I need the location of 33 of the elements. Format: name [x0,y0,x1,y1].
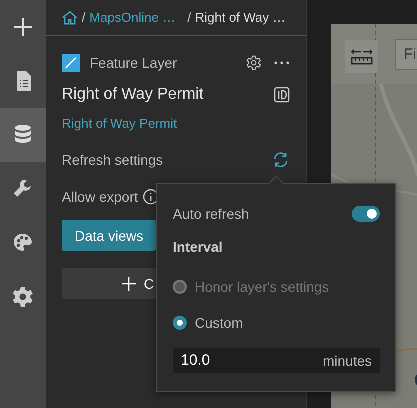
refresh-icon[interactable] [272,151,290,169]
interval-heading: Interval [173,239,224,255]
create-button[interactable]: C [62,268,156,299]
breadcrumb-current: Right of Way … [195,10,286,25]
breadcrumb-link[interactable]: MapsOnline … [90,10,176,25]
auto-refresh-label: Auto refresh [173,206,250,222]
find-button[interactable]: Fi [395,39,417,70]
layer-type: Feature Layer [90,55,178,71]
home-icon[interactable] [62,10,78,26]
breadcrumb-separator: / [188,10,192,25]
auto-refresh-toggle[interactable] [352,206,380,222]
measure-button[interactable] [345,40,378,73]
layer-link[interactable]: Right of Way Permit [62,116,290,131]
id-icon[interactable] [274,87,290,103]
interval-input[interactable]: 10.0 [181,352,301,369]
line-layer-icon [62,54,80,72]
allow-export-label: Allow export [62,189,138,205]
refresh-settings-label: Refresh settings [62,152,164,168]
settings-icon[interactable] [246,55,262,71]
interval-field[interactable]: 10.0 minutes [173,348,380,373]
ruler-icon [350,48,372,64]
layer-title: Right of Way Permit [62,86,204,104]
more-icon[interactable] [274,61,290,65]
add-icon [11,15,35,39]
radio-label: Honor layer's settings [195,279,330,295]
settings-icon [11,285,35,309]
data-views-button[interactable]: Data views [62,220,156,251]
breadcrumb-separator: / [82,10,86,25]
radio-label: Custom [195,315,244,331]
radio-button[interactable] [173,316,187,330]
sidebar-item[interactable] [0,108,46,162]
unit-label: minutes [322,352,372,368]
add-icon [122,276,136,290]
